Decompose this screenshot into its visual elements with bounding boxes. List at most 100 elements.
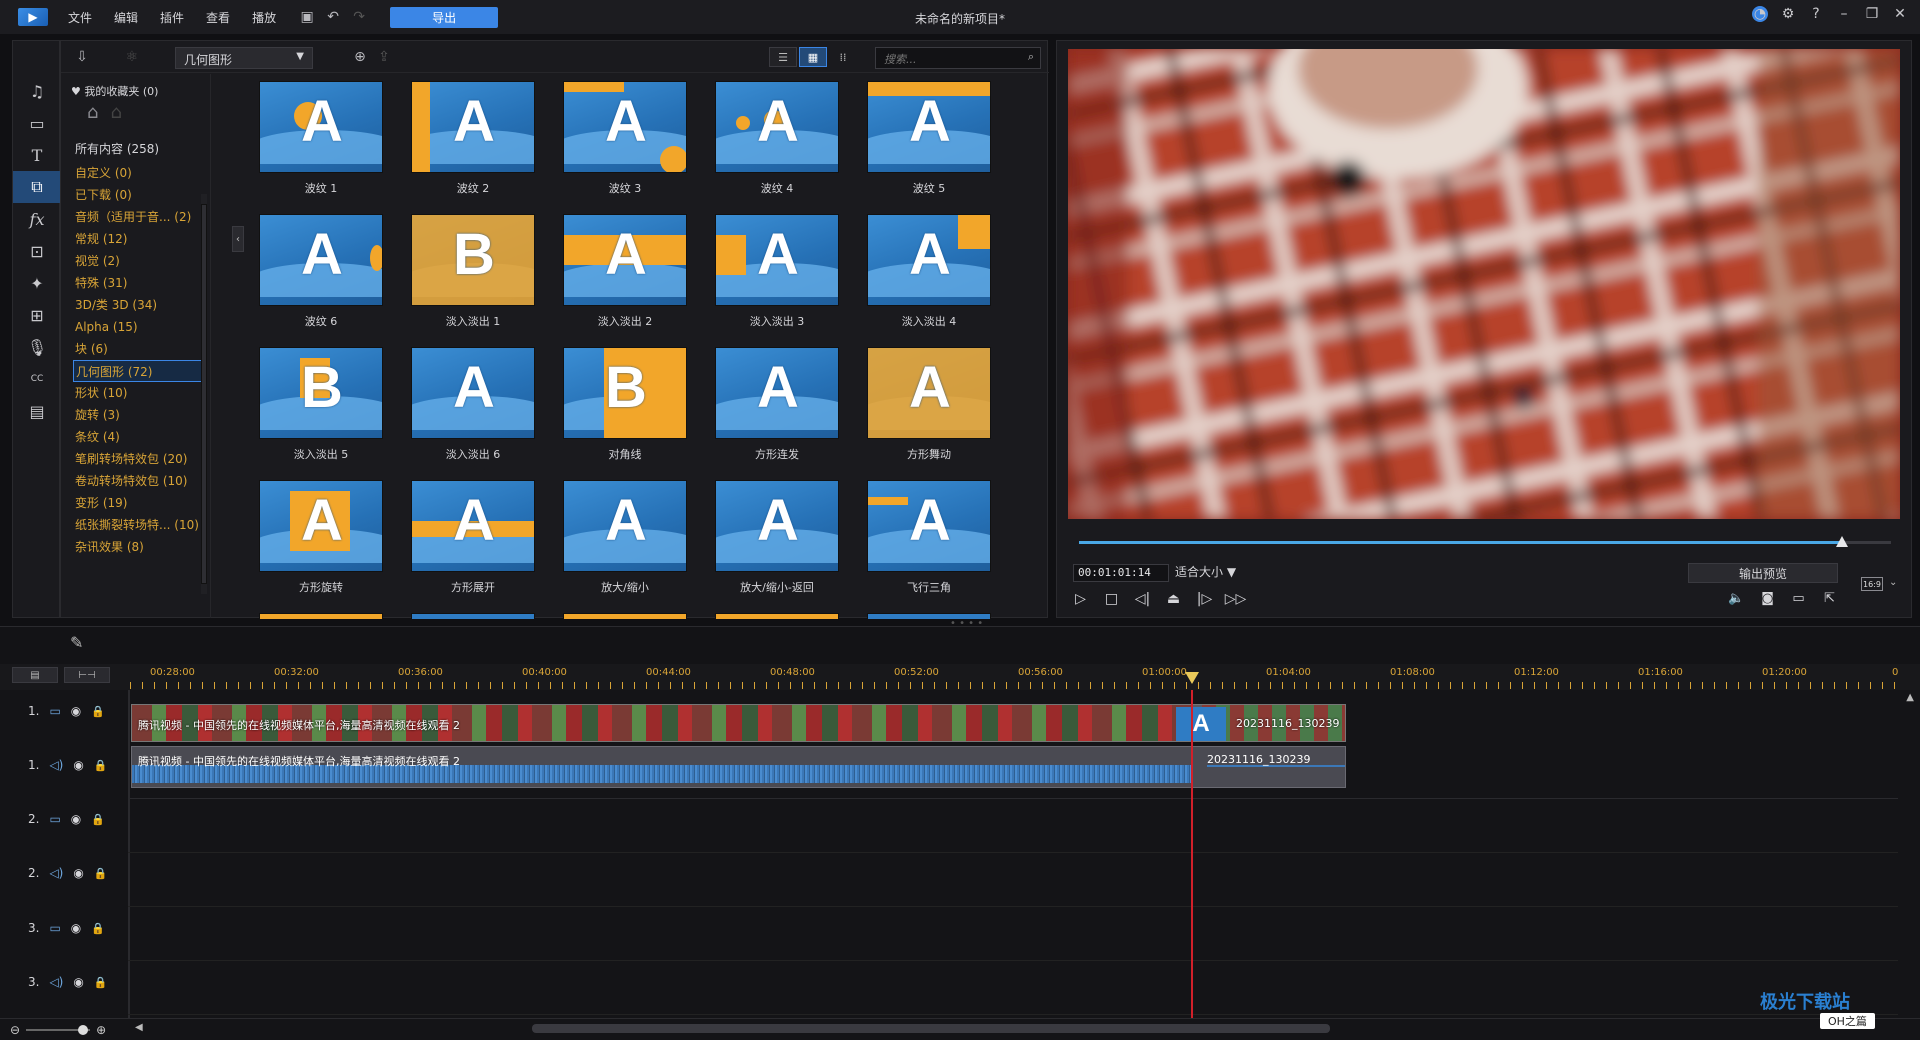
help-icon[interactable]: ? xyxy=(1808,6,1824,22)
stop-icon[interactable]: □ xyxy=(1102,589,1121,608)
subtitle-toggle-icon[interactable]: ▭ xyxy=(1789,589,1808,608)
category-item[interactable]: 形状 (10) xyxy=(73,382,203,404)
transition-tile[interactable]: A 波纹 4 xyxy=(715,81,839,211)
category-item[interactable]: Alpha (15) xyxy=(73,316,203,338)
transition-tile[interactable]: A 放大/缩小 xyxy=(563,480,687,610)
category-scrollbar[interactable] xyxy=(201,194,207,594)
close-icon[interactable]: ✕ xyxy=(1892,6,1908,22)
category-item[interactable]: 块 (6) xyxy=(73,338,203,360)
add-tag-icon[interactable]: ⌂ xyxy=(87,102,98,123)
category-item[interactable]: 笔刷转场特效包 (20) xyxy=(73,448,203,470)
category-dropdown[interactable]: 几何图形 ▼ xyxy=(175,47,313,69)
particle-room-icon[interactable]: ✦ xyxy=(13,267,61,299)
track-header[interactable]: 2. ◁) ◉ 🔒 xyxy=(0,866,128,880)
category-item[interactable]: 几何图形 (72) xyxy=(73,360,203,382)
audio-clip[interactable]: 腾讯视频 - 中国领先的在线视频媒体平台,海量高清视频在线观看 2 202311… xyxy=(131,746,1346,788)
redo-icon[interactable]: ↷ xyxy=(350,8,368,26)
transition-tile[interactable]: A 方形舞动 xyxy=(867,347,991,477)
output-preview-button[interactable]: 输出预览 xyxy=(1688,563,1838,583)
track-header[interactable]: 3. ◁) ◉ 🔒 xyxy=(0,975,128,989)
lock-icon[interactable]: 🔒 xyxy=(91,813,105,826)
category-item[interactable]: 旋转 (3) xyxy=(73,404,203,426)
track-header[interactable]: 2. ▭ ◉ 🔒 xyxy=(0,812,128,826)
transition-tile[interactable]: A 波纹 3 xyxy=(563,81,687,211)
volume-icon[interactable]: 🔈 xyxy=(1727,589,1746,608)
audio-mixer-icon[interactable]: ⊞ xyxy=(13,299,61,331)
save-icon[interactable]: ▣ xyxy=(298,8,316,26)
plugin-icon[interactable]: ⚛ xyxy=(123,48,141,66)
timeline-scroll-up-icon[interactable]: ▲ xyxy=(1906,692,1914,703)
snapshot-frame-icon[interactable]: ⏏ xyxy=(1164,589,1183,608)
undock-icon[interactable]: ⇱ xyxy=(1820,589,1839,608)
track-header[interactable]: 3. ▭ ◉ 🔒 xyxy=(0,921,128,935)
transition-tile[interactable]: A 淡入淡出 6 xyxy=(411,347,535,477)
search-icon[interactable]: ⌕ xyxy=(1028,50,1034,64)
timecode-display[interactable]: 00:01:01:14 xyxy=(1073,564,1169,582)
transition-tile[interactable]: A 淡入淡出 2 xyxy=(563,214,687,344)
transition-tile[interactable]: A 波纹 1 xyxy=(259,81,383,211)
zoom-in-icon[interactable]: ⊕ xyxy=(96,1023,106,1037)
import-icon[interactable]: ⇩ xyxy=(73,48,91,66)
visibility-eye-icon[interactable]: ◉ xyxy=(71,921,81,935)
notification-icon[interactable]: ◔ xyxy=(1752,6,1768,22)
transition-thumbnail-partial[interactable] xyxy=(563,613,687,619)
prev-frame-icon[interactable]: ◁| xyxy=(1133,589,1152,608)
category-item[interactable]: 自定义 (0) xyxy=(73,162,203,184)
fit-size-dropdown[interactable]: 适合大小 ▼ xyxy=(1175,563,1236,580)
category-item[interactable]: 已下载 (0) xyxy=(73,184,203,206)
menu-view[interactable]: 查看 xyxy=(206,9,230,26)
menu-playback[interactable]: 播放 xyxy=(252,9,276,26)
edit-pen-icon[interactable]: ✎ xyxy=(70,633,83,652)
category-item[interactable]: 特殊 (31) xyxy=(73,272,203,294)
transition-tile[interactable]: B 淡入淡出 5 xyxy=(259,347,383,477)
visibility-eye-icon[interactable]: ◉ xyxy=(71,704,81,718)
category-item[interactable]: 3D/类 3D (34) xyxy=(73,294,203,316)
timeline-horizontal-scrollbar[interactable] xyxy=(532,1024,1330,1033)
aspect-ratio-button[interactable]: 16:9 xyxy=(1861,577,1883,591)
visibility-eye-icon[interactable]: ◉ xyxy=(73,975,83,989)
track-manager-button[interactable]: ▤ xyxy=(12,667,58,683)
lock-icon[interactable]: 🔒 xyxy=(91,922,105,935)
transition-tile[interactable]: A 方形展开 xyxy=(411,480,535,610)
category-item[interactable]: 常规 (12) xyxy=(73,228,203,250)
zoom-out-icon[interactable]: ⊖ xyxy=(10,1023,20,1037)
preview-progress-slider[interactable] xyxy=(1079,536,1891,547)
transition-thumbnail-partial[interactable] xyxy=(715,613,839,619)
transition-thumbnail-partial[interactable] xyxy=(411,613,535,619)
menu-plugins[interactable]: 插件 xyxy=(160,9,184,26)
minimize-icon[interactable]: – xyxy=(1836,6,1852,22)
restore-icon[interactable]: ❐ xyxy=(1864,6,1880,22)
category-item[interactable]: 视觉 (2) xyxy=(73,250,203,272)
visibility-eye-icon[interactable]: ◉ xyxy=(71,812,81,826)
list-view-button[interactable]: ☰ xyxy=(769,47,797,67)
menu-edit[interactable]: 编辑 xyxy=(114,9,138,26)
tile-size-icon[interactable]: ⁞⁞ xyxy=(829,47,857,67)
search-input[interactable]: 搜索... ⌕ xyxy=(875,47,1041,69)
track-header[interactable]: 1. ▭ ◉ 🔒 xyxy=(0,704,128,718)
remove-tag-icon[interactable]: ⌂ xyxy=(110,102,121,123)
transition-tile[interactable]: A 放大/缩小-返回 xyxy=(715,480,839,610)
lock-icon[interactable]: 🔒 xyxy=(94,759,108,772)
transition-tile[interactable]: A 波纹 5 xyxy=(867,81,991,211)
lock-icon[interactable]: 🔒 xyxy=(94,867,108,880)
collapse-panel-button[interactable]: ‹ xyxy=(232,226,244,252)
scroll-left-icon[interactable]: ◀ xyxy=(135,1022,143,1033)
transition-thumbnail-partial[interactable] xyxy=(259,613,383,619)
category-item[interactable]: 纸张撕裂转场特... (10) xyxy=(73,514,203,536)
category-item[interactable]: 条纹 (4) xyxy=(73,426,203,448)
video-clip[interactable]: A 腾讯视频 - 中国领先的在线视频媒体平台,海量高清视频在线观看 2 2023… xyxy=(131,704,1346,742)
transition-tile[interactable]: B 淡入淡出 1 xyxy=(411,214,535,344)
transition-tile[interactable]: A 方形旋转 xyxy=(259,480,383,610)
fast-forward-icon[interactable]: ▷▷ xyxy=(1225,589,1247,608)
share-template-icon[interactable]: ⇪ xyxy=(375,48,393,66)
chapter-room-icon[interactable]: ▤ xyxy=(13,395,61,427)
transition-room-icon[interactable]: ⧉ xyxy=(13,171,61,203)
timeline-ruler[interactable]: ▤ ⊢⊣ 00:28:00 00:32:00 00:36:00 00:40:00 00:… xyxy=(0,664,1920,690)
transition-tile[interactable]: A 淡入淡出 3 xyxy=(715,214,839,344)
category-scrollbar-thumb[interactable] xyxy=(201,204,207,584)
fit-timeline-button[interactable]: ⊢⊣ xyxy=(64,667,110,683)
camera-icon[interactable]: ◙ xyxy=(1758,589,1777,608)
pip-room-icon[interactable]: ⊡ xyxy=(13,235,61,267)
favorites-item[interactable]: ♥ 我的收藏夹 (0) xyxy=(71,83,158,99)
zoom-slider-knob[interactable] xyxy=(78,1025,89,1035)
